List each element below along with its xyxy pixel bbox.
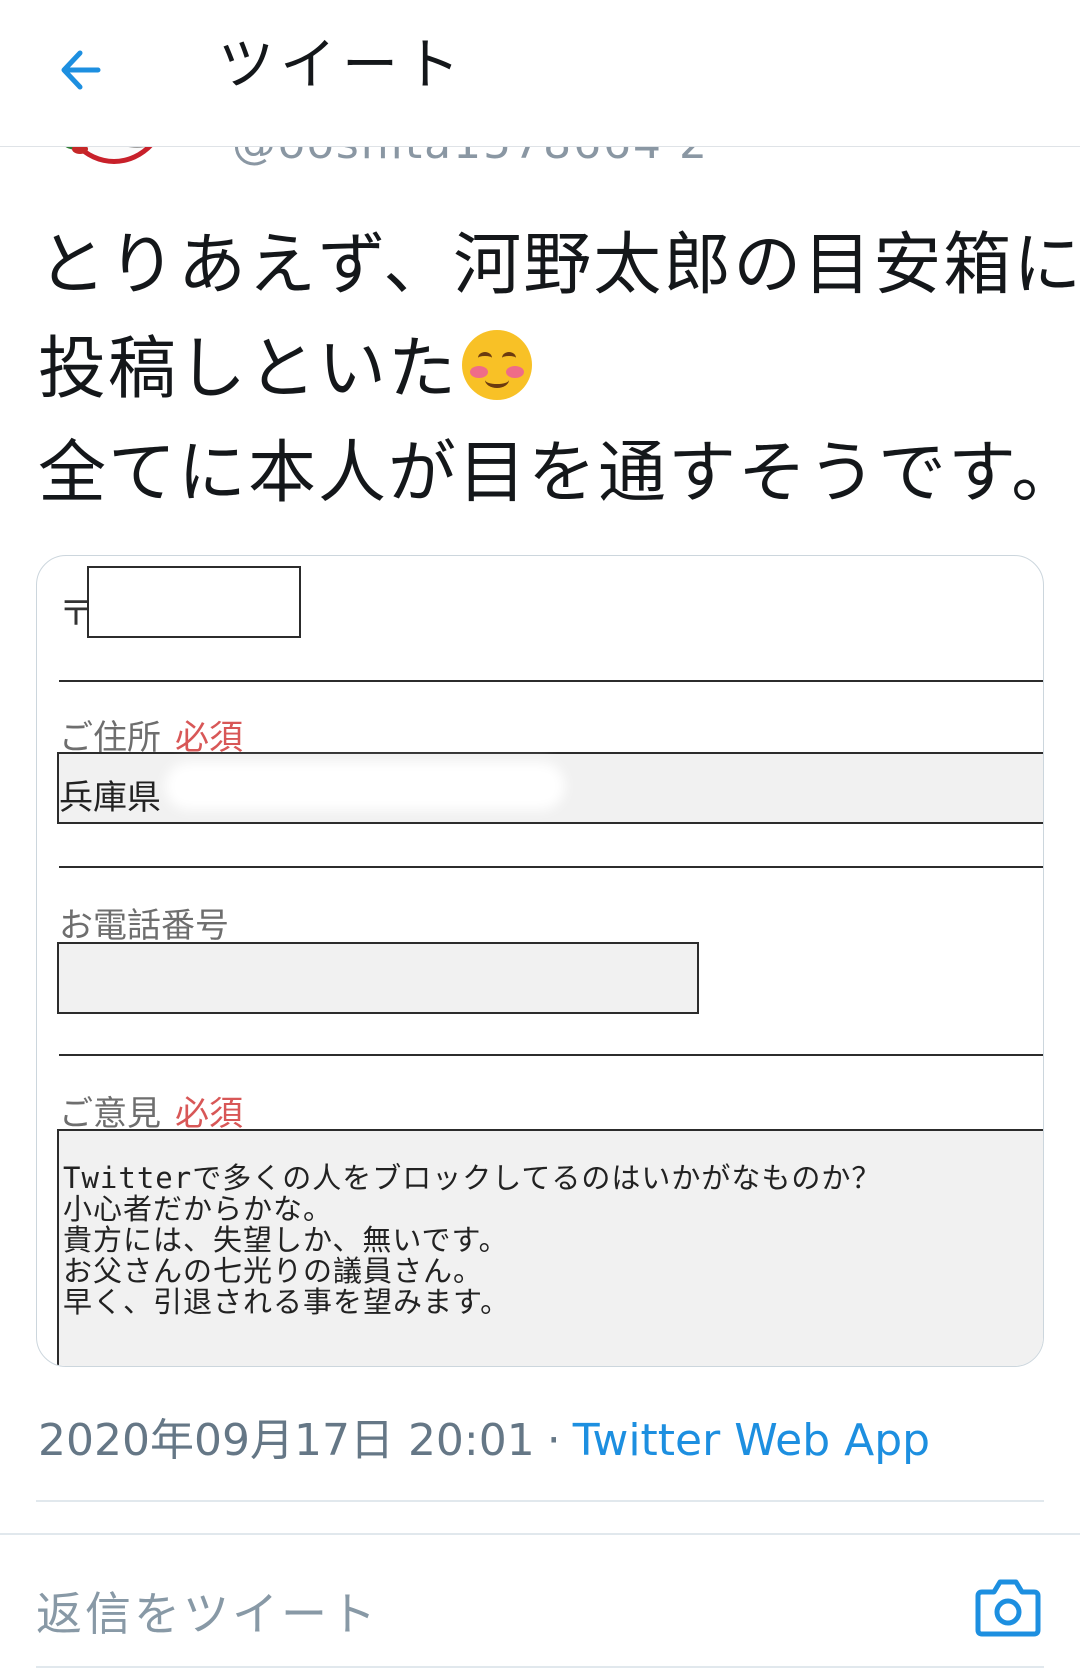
opinion-text: Twitterで多くの人をブロックしてるのはいかがなものか？ 小心者だからかな。…: [63, 1161, 882, 1319]
tweet-line: とりあえず、河野太郎の目安箱に: [38, 226, 1080, 305]
tweet-meta: 2020年09月17日 20:01 · Twitter Web App: [38, 1404, 930, 1468]
tweet-line-with-emoji: 投稿しといた: [38, 318, 1048, 422]
tweet-line: 投稿しといた: [38, 330, 459, 409]
tweet-image[interactable]: 〒 ご住所 必須 兵庫県 お電話番号 ご意見 必須 Twitterで多くの人をブロッ…: [36, 555, 1044, 1367]
back-button[interactable]: [52, 38, 116, 102]
divider: [36, 1666, 1044, 1668]
form-divider: [59, 680, 1043, 682]
timestamp: 2020年09月17日 20:01: [38, 1415, 535, 1466]
top-bar: ツイート: [0, 0, 1080, 147]
phone-field: [57, 942, 699, 1014]
tweet-text: とりあえず、河野太郎の目安箱に 投稿しといた 全てに本人が目を通すそうです。: [38, 214, 1080, 526]
tweet-line: 全てに本人が目を通すそうです。: [38, 434, 1080, 513]
camera-icon: [975, 1579, 1041, 1637]
redaction: [107, 586, 267, 616]
required-badge: 必須: [175, 1094, 243, 1134]
arrow-left-icon: [61, 50, 101, 90]
phone-label: お電話番号: [59, 906, 229, 946]
form-divider: [59, 1054, 1043, 1056]
source-link[interactable]: Twitter Web App: [573, 1415, 930, 1466]
meta-separator: ·: [546, 1415, 561, 1466]
divider: [0, 1533, 1080, 1535]
form-divider: [59, 866, 1043, 868]
camera-button[interactable]: [974, 1574, 1042, 1640]
smiling-face-emoji-icon: [462, 330, 533, 400]
address-value: 兵庫県: [59, 778, 161, 818]
page-title: ツイート: [218, 33, 466, 98]
divider: [36, 1500, 1044, 1502]
reply-input[interactable]: 返信をツイート: [36, 1578, 379, 1644]
redaction: [165, 762, 565, 810]
opinion-label: ご意見 必須: [59, 1094, 243, 1134]
